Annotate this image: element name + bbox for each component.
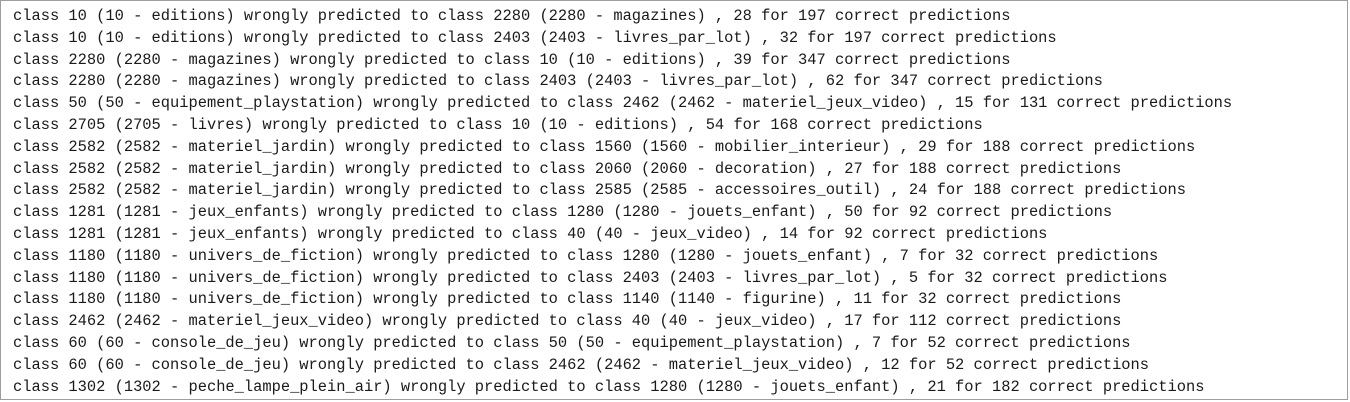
output-line: class 2582 (2582 - materiel_jardin) wron… — [13, 181, 1186, 200]
output-line: class 2582 (2582 - materiel_jardin) wron… — [13, 137, 1196, 156]
output-line: class 1180 (1180 - univers_de_fiction) w… — [13, 246, 1159, 265]
output-line: class 1302 (1302 - peche_lampe_plein_air… — [13, 377, 1205, 396]
output-line: class 1281 (1281 - jeux_enfants) wrongly… — [13, 203, 1113, 222]
output-line: class 2280 (2280 - magazines) wrongly pr… — [13, 72, 1103, 91]
output-line: class 50 (50 - equipement_playstation) w… — [13, 94, 1233, 113]
output-line: class 2705 (2705 - livres) wrongly predi… — [13, 115, 983, 134]
output-line: class 1180 (1180 - univers_de_fiction) w… — [13, 290, 1122, 309]
output-line: class 2462 (2462 - materiel_jeux_video) … — [13, 312, 1122, 331]
output-line: class 2582 (2582 - materiel_jardin) wron… — [13, 159, 1122, 178]
output-lines: class 10 (10 - editions) wrongly predict… — [13, 6, 1232, 398]
output-line: class 2280 (2280 - magazines) wrongly pr… — [13, 50, 1011, 69]
output-line: class 10 (10 - editions) wrongly predict… — [13, 7, 1011, 25]
output-panel: class 10 (10 - editions) wrongly predict… — [0, 0, 1348, 400]
output-line: class 60 (60 - console_de_jeu) wrongly p… — [13, 355, 1150, 374]
output-line: class 60 (60 - console_de_jeu) wrongly p… — [13, 333, 1131, 352]
output-line: class 10 (10 - editions) wrongly predict… — [13, 28, 1057, 47]
output-line: class 1180 (1180 - univers_de_fiction) w… — [13, 268, 1168, 287]
output-line: class 1281 (1281 - jeux_enfants) wrongly… — [13, 224, 1048, 243]
